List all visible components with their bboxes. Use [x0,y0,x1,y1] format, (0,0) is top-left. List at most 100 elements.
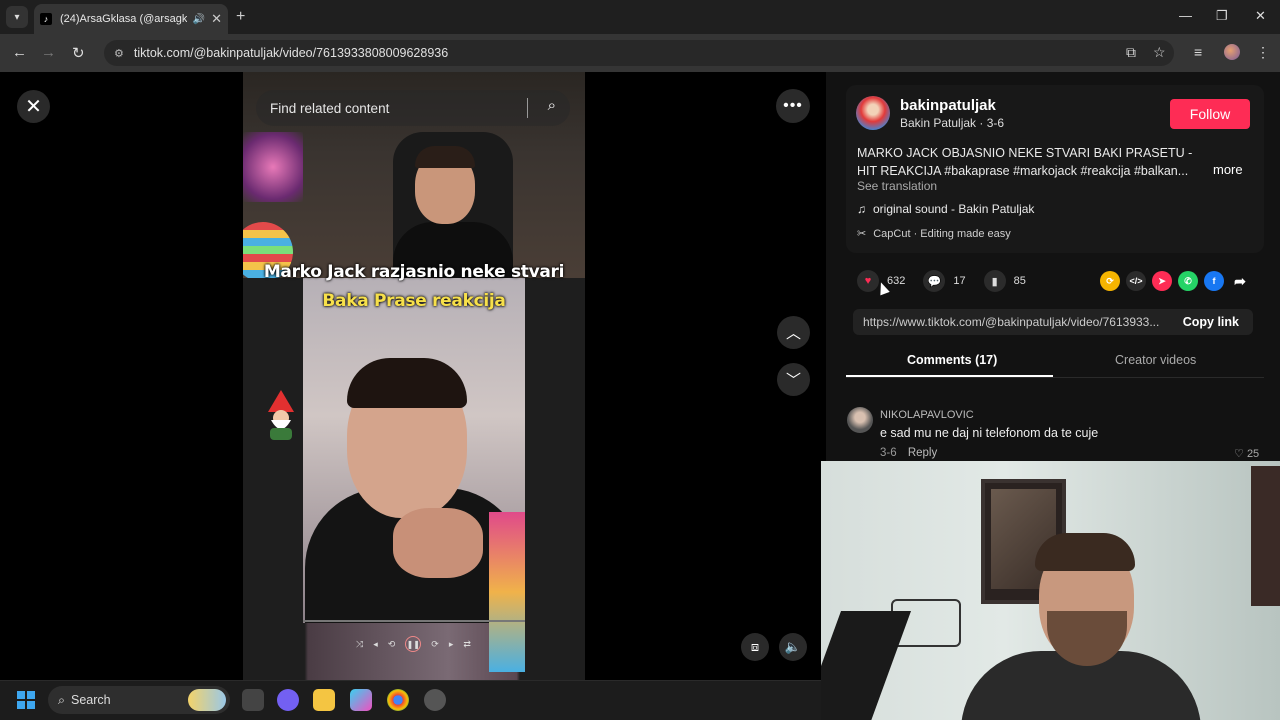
viber-icon[interactable] [277,689,299,711]
webcam-overlay [821,461,1280,720]
floating-player-button[interactable]: ⧈ [741,633,769,661]
shuffle-icon: ⤨ [356,638,364,649]
audio-playing-icon[interactable]: 🔊 [193,14,205,25]
address-bar[interactable]: ⚙ tiktok.com/@bakinpatuljak/video/761393… [104,40,1174,66]
copy-link-button[interactable]: Copy link [1183,315,1239,329]
forward-skip-icon: ⟳ [431,638,439,649]
comment-like-count: 25 [1246,448,1260,460]
maximize-icon[interactable]: ❐ [1216,8,1228,24]
tab-title: (24)ArsaGklasa (@arsagklas [60,13,187,25]
comment-count: 17 [953,275,966,287]
chevron-down-icon: ﹀ [785,372,801,389]
see-translation-link[interactable]: See translation [857,179,937,193]
comment-text: e sad mu ne daj ni telefonom da te cuje [880,426,1099,440]
repeat-icon: ⇄ [463,638,471,649]
creator-avatar[interactable] [856,96,890,130]
comment-username[interactable]: NIKOLAPAVLOVIC [880,409,974,421]
repost-icon[interactable]: ⟳ [1100,271,1120,291]
tab-creator-videos[interactable]: Creator videos [1115,353,1196,367]
search-placeholder: Find related content [270,100,390,116]
browser-tab[interactable]: ♪ (24)ArsaGklasa (@arsagklas 🔊 ✕ [34,4,228,34]
reply-button[interactable]: Reply [908,447,937,459]
minimize-icon[interactable]: — [1179,8,1192,23]
like-count: 632 [887,275,906,287]
share-arrow-icon[interactable]: ➦ [1230,271,1250,291]
inner-progress-bar [303,620,525,622]
send-icon[interactable]: ➤ [1152,271,1172,291]
profile-avatar[interactable] [1224,44,1240,60]
heart-outline-icon: ♡ [1234,448,1244,460]
next-video-button[interactable]: ﹀ [777,363,810,396]
forward-icon[interactable]: → [41,44,56,61]
follow-button[interactable]: Follow [1170,99,1250,129]
music-link[interactable]: ♫ original sound - Bakin Patuljak [857,202,1034,216]
creator-username[interactable]: bakinpatuljak [900,97,996,114]
copilot-icon[interactable] [350,689,372,711]
inner-player-controls: ⤨ ◂ ⟲ ❚❚ ⟳ ▸ ⇄ [356,636,471,652]
video-link-field[interactable]: https://www.tiktok.com/@bakinpatuljak/vi… [853,309,1253,335]
capcut-link[interactable]: ✂ CapCut · Editing made easy [857,227,1011,240]
taskbar-search[interactable]: ⌕ Search [48,686,230,714]
creator-subtitle: Bakin Patuljak · 3-6 [900,116,1005,130]
more-options-button[interactable]: ••• [776,89,810,123]
active-tab-indicator [846,375,1053,377]
comment-icon[interactable]: 💬 [923,270,946,292]
obs-recording-icon[interactable] [424,689,446,711]
tab-comments[interactable]: Comments (17) [907,353,997,367]
speaker-icon: 🔈 [784,639,802,654]
close-tab-icon[interactable]: ✕ [211,11,222,27]
site-info-icon[interactable]: ⚙ [114,47,124,60]
capcut-text: CapCut · Editing made easy [873,228,1011,240]
capcut-icon: ✂ [857,228,867,240]
ellipsis-icon: ••• [783,97,803,114]
close-video-button[interactable]: ✕ [17,90,50,123]
tiktok-icon: ♪ [40,13,52,25]
tab-search-dropdown-icon[interactable]: ▾ [6,6,28,28]
reload-icon[interactable]: ↻ [72,44,85,62]
comment-meta: 3-6 Reply [880,447,937,459]
search-icon: ⌕ [58,692,66,707]
install-app-icon[interactable]: ⧉ [1126,44,1136,61]
share-options: ⟳ </> ➤ ✆ f ➦ [1100,271,1250,291]
embed-icon[interactable]: </> [1126,271,1146,291]
chrome-icon[interactable] [387,689,409,711]
weather-widget-icon[interactable] [188,689,226,711]
pause-icon: ❚❚ [405,636,422,652]
comment-date: 3-6 [880,447,897,459]
task-view-icon[interactable] [242,689,264,711]
media-control-icon[interactable]: ≡ [1194,44,1202,60]
post-description: MARKO JACK OBJASNIO NEKE STVARI BAKI PRA… [857,146,1193,178]
file-explorer-icon[interactable] [313,689,335,711]
taskbar-search-label: Search [71,693,111,707]
comment-like[interactable]: ♡ 25 [1234,447,1259,460]
facebook-icon[interactable]: f [1204,271,1224,291]
related-search-input[interactable]: Find related content ⌕ [256,90,570,126]
url-text: tiktok.com/@bakinpatuljak/video/76139338… [133,46,449,60]
music-title: original sound - Bakin Patuljak [873,202,1035,216]
windows-start-icon[interactable] [17,691,35,709]
pip-icon: ⧈ [750,639,760,654]
save-count: 85 [1013,275,1026,287]
whatsapp-icon[interactable]: ✆ [1178,271,1198,291]
rewind-icon: ⟲ [387,638,396,649]
search-icon[interactable]: ⌕ [548,97,556,114]
next-icon: ▸ [448,638,454,649]
gnome-sticker-icon [268,390,294,440]
commenter-avatar[interactable] [847,407,873,433]
video-player[interactable] [243,72,585,680]
bookmark-star-icon[interactable]: ☆ [1153,44,1166,61]
back-icon[interactable]: ← [12,44,27,61]
window-close-icon[interactable]: ✕ [1255,8,1266,24]
music-note-icon: ♫ [857,202,866,216]
more-link[interactable]: more [1213,162,1243,177]
volume-button[interactable]: 🔈 [779,633,807,661]
video-caption-line1: Marko Jack razjasnio neke stvari [263,262,565,282]
browser-menu-icon[interactable]: ⋮ [1256,44,1270,61]
new-tab-button[interactable]: + [236,8,245,26]
prev-icon: ◂ [373,638,378,649]
bookmark-icon[interactable]: ▮ [983,270,1006,292]
heart-icon[interactable]: ♥ [857,270,879,292]
previous-video-button[interactable]: ︿ [777,316,810,349]
divider [527,98,528,118]
video-caption-line2: Baka Prase reakcija [322,291,506,311]
